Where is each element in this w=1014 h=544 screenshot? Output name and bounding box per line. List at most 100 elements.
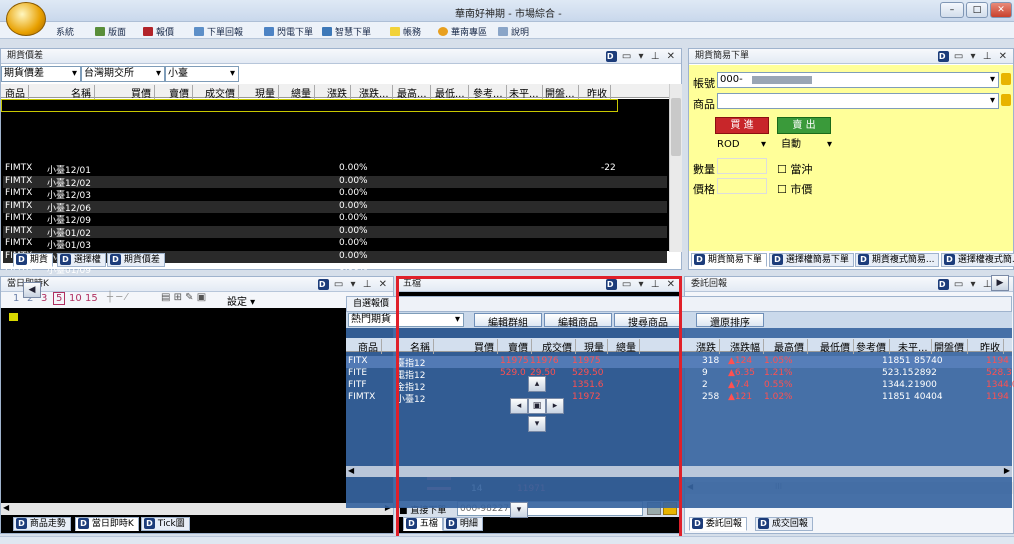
period-5[interactable]: 5 [53,292,66,305]
tab-trade-report[interactable]: D 成交回報 [755,517,813,531]
menu-flash-order[interactable]: 閃電下單 [264,25,313,38]
menu-quote[interactable]: 報價 [143,25,174,38]
period-10[interactable]: 10 [69,293,82,304]
tab-futures[interactable]: D 期貨 [13,253,53,267]
dock-guide-left[interactable]: ◂ [510,398,528,414]
spread-cell-name: 小臺12/02 [47,178,91,189]
spread-row[interactable]: FIMTX 小臺12/06 0.00% [3,200,667,214]
dock-right-arrow[interactable]: ▶ [991,275,1009,291]
price-input[interactable] [717,178,767,194]
tab-options-combo-order[interactable]: D 選擇權複式簡... [941,253,1014,267]
market-price-checkbox[interactable]: ☐ 市價 [777,181,812,197]
dock-icon[interactable]: D [317,279,329,290]
product-select[interactable]: 小臺 ▾ [165,66,239,82]
spread-cell-pct: 0.00% [339,225,368,236]
menu-hn-zone[interactable]: 華南專區 [438,25,487,38]
watchlist-cell-prev: 528.3 [986,368,1012,378]
watchlist-row[interactable]: FITE 電指12 529.0 29.50 529.50 9 ▲6.35 1.21% 523.1… [346,368,1012,381]
dock-icon[interactable]: D [937,279,949,290]
qty-input[interactable] [717,158,767,174]
menu-account[interactable]: 帳務 [390,25,421,38]
chart-tools-icon[interactable]: ▤ ⊞ ✎ ▣ [161,292,206,303]
period-1[interactable]: 1 [13,293,19,304]
spread-row[interactable]: FIMTX 小臺12/01 0.00% -22 [3,163,667,176]
tab-order-report[interactable]: D 委託回報 [689,517,747,531]
spread-type-select[interactable]: 期貨價差 ▾ [1,66,81,82]
dock-guide-bottom[interactable]: ▾ [528,416,546,432]
tab-futures-spread[interactable]: D 期貨價差 [107,253,165,267]
tab-five-level[interactable]: D 五檔 [403,517,443,531]
watchlist-title[interactable]: 自選報價 [346,296,1012,312]
crosshair-icon[interactable]: ┼ ─ ⁄ [107,292,127,303]
account-icon [390,27,400,36]
tab-futures-simple-order[interactable]: D 期貨簡易下單 [691,253,767,267]
layout-icon [95,27,105,36]
spread-cell-pct: 0.00% [339,213,368,223]
tab-intraday-k[interactable]: D 當日即時K [75,517,139,531]
spread-row[interactable]: FIMTX 小臺01/02 0.00% [3,225,667,239]
period-3[interactable]: 3 [41,293,47,304]
lock-icon[interactable] [1001,73,1011,85]
exchange-select[interactable]: 台灣期交所 ▾ [81,66,165,82]
watchlist-row[interactable]: FIMTX 小臺12 11972 258 ▲121 1.02% 11851 40404 1194 [346,392,1012,405]
close-button[interactable]: ✕ [990,2,1012,18]
tab-options-simple-order[interactable]: D 選擇權簡易下單 [769,253,854,267]
spread-row[interactable]: FIMTX 小臺12/03 0.00% [3,188,667,201]
tab-options[interactable]: D 選擇權 [57,253,106,267]
watchlist-cell-ref: 1344.2 [882,380,914,390]
menu-smart-order[interactable]: 智慧下單 [322,25,371,38]
spread-row[interactable]: FIMTX 小臺01/03 0.00% [3,238,667,251]
dock-guide-top[interactable]: ▴ [528,376,546,392]
position-select[interactable]: 自動 ▾ [779,138,835,154]
watchlist-cell-oi: 2892 [914,368,937,378]
search-products-button[interactable]: 搜尋商品 [614,313,682,329]
lock-icon[interactable] [1001,94,1011,106]
dock-icon[interactable]: D [605,279,617,290]
restore-sort-button[interactable]: 還原排序 [696,313,764,329]
menu-system[interactable]: 系統 [56,25,74,38]
scroll-thumb[interactable] [671,98,681,156]
minimize-button[interactable]: – [940,2,964,18]
watchlist-row[interactable]: FITF金指121351.62▲7.40.55%1344.219001344.0 [346,380,1014,393]
watchlist-cell-chg: ▲7.4 [728,380,750,390]
spread-cell-pct: 0.00% [339,175,368,186]
dock-guide-right[interactable]: ▸ [546,398,564,414]
tab-futures-combo-order[interactable]: D 期貨複式簡易... [855,253,940,267]
watchlist-group-select[interactable]: 熱門期貨 ▾ [348,313,464,327]
period-15[interactable]: 15 [85,293,98,304]
spread-cell-pct: 0.00% [339,263,368,273]
dock-guide-bottom-edge[interactable]: ▾ [510,502,528,518]
tab-details[interactable]: D 明細 [443,517,483,531]
daytrade-checkbox[interactable]: ☐ 當沖 [777,161,812,177]
watchlist-hscroll[interactable]: ◀ ▶ [346,466,1012,477]
chart-marker-icon [9,313,18,321]
spread-cell-pct: 0.00% [339,188,368,198]
watchlist-cell-vol: 9 [702,368,708,378]
buy-button[interactable]: 買 進 [715,117,769,134]
sell-button[interactable]: 賣 出 [777,117,831,134]
dock-icon[interactable]: D [937,51,949,62]
dock-left-arrow[interactable]: ◀ [23,282,41,298]
settings-button[interactable]: 設定 ▾ [227,293,255,308]
account-select[interactable]: 000- ▾ [717,72,999,88]
maximize-button[interactable]: □ [966,2,988,18]
kline-panel: 當日即時K D ▭ ▾ ⊥ ✕ 1 2 3 5 10 15 ┼ ─ ⁄ ▤ ⊞ … [0,276,394,534]
edit-products-button[interactable]: 編輯商品 [544,313,612,329]
menu-help[interactable]: 說明 [498,25,529,38]
tab-tick-chart[interactable]: D Tick圖 [141,517,190,531]
watchlist-row[interactable]: FITX 臺指12 11975 11976 11975 318 ▲124 1.05% 11851… [346,356,1012,369]
spread-scrollbar[interactable] [669,84,682,252]
menu-order-report[interactable]: 下單回報 [194,25,243,38]
spread-row[interactable]: FIMTX 小臺12/02 0.00% [3,175,667,189]
menu-layout[interactable]: 版面 [95,25,126,38]
kline-hscroll[interactable]: ◀▶ [1,503,393,515]
smart-order-icon [322,27,332,36]
product-field[interactable]: ▾ [717,93,999,109]
dock-icon[interactable]: D [605,51,617,62]
time-in-force-select[interactable]: ROD ▾ [715,138,769,154]
edit-group-button[interactable]: 編輯群組 [474,313,542,329]
dock-guide-center[interactable]: ▣ [528,398,546,414]
tab-product-trend[interactable]: D 商品走勢 [13,517,71,531]
spread-row[interactable]: FIMTX 小臺12/09 0.00% [3,213,667,226]
watchlist-cell-name: 小臺12 [396,395,426,405]
